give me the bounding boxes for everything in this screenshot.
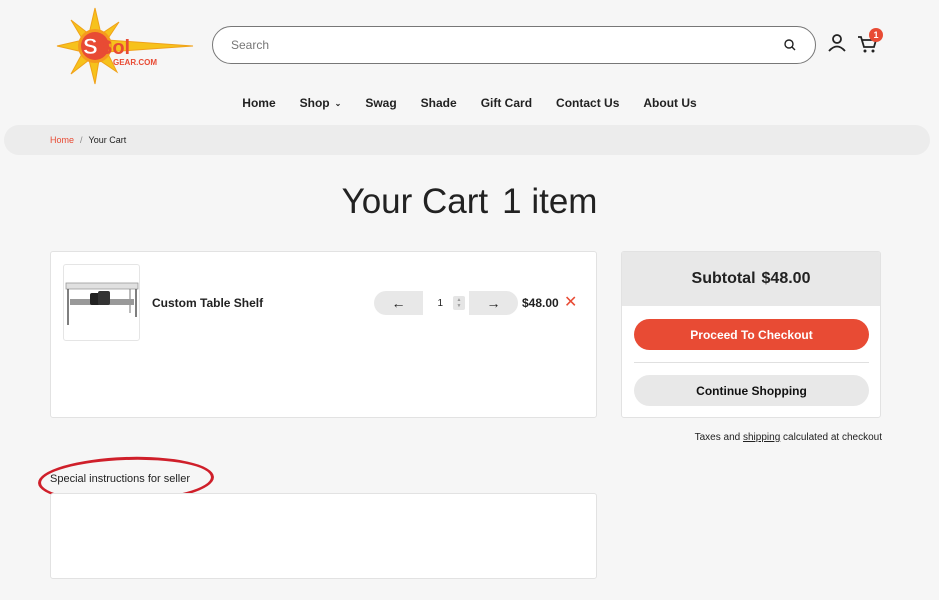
spinner-icon[interactable]: ▲ ▼: [453, 296, 465, 310]
divider: [634, 362, 869, 363]
breadcrumb-home-link[interactable]: Home: [50, 135, 74, 145]
remove-item-icon[interactable]: ✕: [564, 292, 577, 312]
special-instructions-textarea[interactable]: [50, 493, 597, 579]
nav-shade[interactable]: Shade: [409, 96, 469, 110]
order-summary-panel: Subtotal $48.00 Proceed To Checkout Cont…: [621, 251, 881, 418]
subtotal: Subtotal $48.00: [622, 252, 880, 306]
search-icon[interactable]: [783, 38, 797, 52]
shipping-link[interactable]: shipping: [743, 432, 780, 443]
table-shelf-image: [65, 282, 139, 325]
chevron-down-icon: ⌄: [334, 98, 342, 108]
svg-text:GEAR.COM: GEAR.COM: [113, 58, 157, 67]
special-instructions-label: Special instructions for seller: [50, 473, 191, 485]
main-nav: Home Shop ⌄ Swag Shade Gift Card Contact …: [0, 96, 939, 110]
quantity-input[interactable]: 1 ▲ ▼: [423, 291, 469, 315]
nav-swag[interactable]: Swag: [353, 96, 408, 110]
nav-shop[interactable]: Shop ⌄: [288, 96, 354, 110]
product-name[interactable]: Custom Table Shelf: [152, 296, 263, 310]
search-input[interactable]: [231, 38, 783, 52]
nav-home[interactable]: Home: [230, 96, 287, 110]
account-icon[interactable]: [826, 32, 848, 54]
cart-items-panel: Custom Table Shelf ← 1 ▲ ▼ → $48.00 ✕: [50, 251, 597, 418]
cart-item-count: 1 item: [502, 182, 598, 221]
checkout-button[interactable]: Proceed To Checkout: [634, 319, 869, 350]
increase-quantity-button[interactable]: →: [469, 291, 518, 315]
solgear-logo[interactable]: S Sol GEAR.COM: [55, 6, 195, 86]
svg-text:Sol: Sol: [99, 37, 130, 59]
cart-count-badge: 1: [869, 28, 883, 42]
continue-shopping-button[interactable]: Continue Shopping: [634, 375, 869, 406]
breadcrumb: Home / Your Cart: [4, 125, 930, 155]
quantity-stepper: ← 1 ▲ ▼ →: [374, 291, 518, 315]
line-item-price: $48.00: [522, 296, 559, 310]
subtotal-value: $48.00: [761, 270, 811, 287]
taxes-suffix: calculated at checkout: [783, 432, 882, 443]
subtotal-label: Subtotal: [691, 270, 756, 287]
decrease-quantity-button[interactable]: ←: [374, 291, 423, 315]
search-bar: [212, 26, 816, 64]
taxes-note: Taxes and shipping calculated at checkou…: [621, 432, 882, 443]
page-title-text: Your Cart: [341, 182, 489, 221]
page-title: Your Cart 1 item: [0, 182, 939, 222]
nav-gift-card[interactable]: Gift Card: [469, 96, 544, 110]
nav-contact-us[interactable]: Contact Us: [544, 96, 631, 110]
svg-text:S: S: [83, 34, 98, 59]
taxes-prefix: Taxes and: [694, 432, 741, 443]
product-thumbnail[interactable]: [63, 264, 140, 341]
breadcrumb-current: Your Cart: [88, 135, 127, 145]
quantity-value: 1: [437, 297, 443, 309]
breadcrumb-separator: /: [80, 135, 83, 145]
nav-about-us[interactable]: About Us: [631, 96, 708, 110]
